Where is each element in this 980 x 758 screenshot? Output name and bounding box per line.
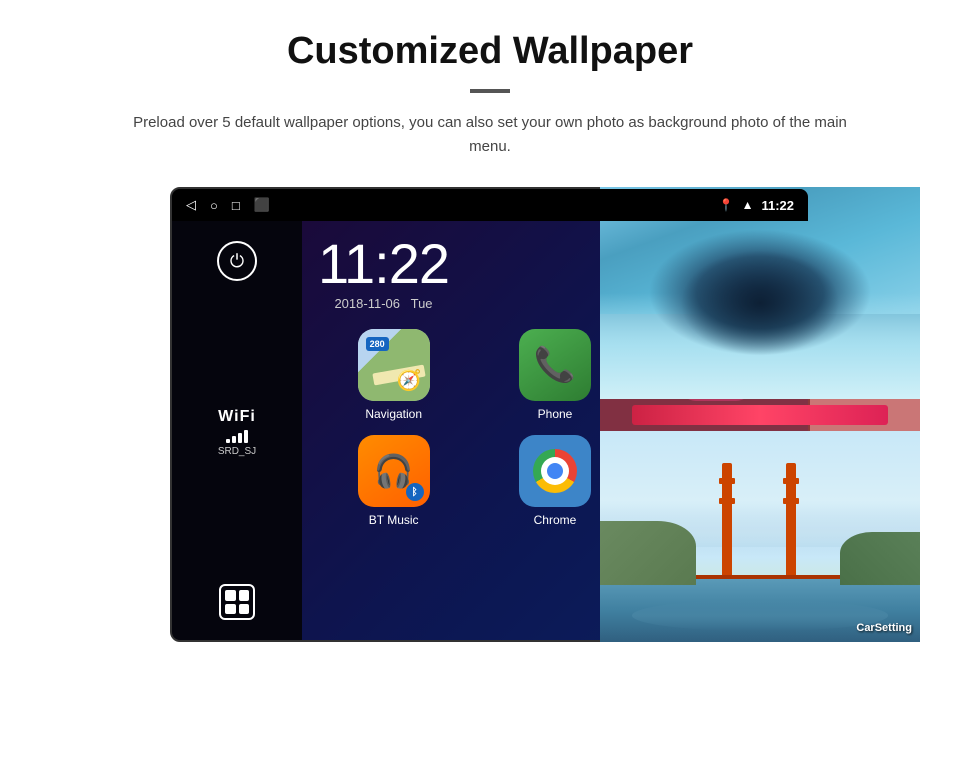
recent-nav-icon[interactable]: □ — [232, 198, 240, 213]
page-subtitle: Preload over 5 default wallpaper options… — [115, 111, 865, 159]
screenshot-icon[interactable]: ⬛ — [254, 197, 270, 213]
wifi-bar-1 — [226, 439, 230, 443]
divider-bar — [632, 405, 888, 425]
chrome-icon — [519, 435, 591, 507]
bridge-tower-right — [786, 463, 796, 583]
phone-icon: 📞 — [519, 329, 591, 401]
status-time: 11:22 — [761, 198, 794, 213]
hill-left — [600, 521, 696, 584]
power-button[interactable]: ⏻ — [217, 241, 257, 281]
apps-grid-icon[interactable] — [219, 584, 255, 620]
nav-badge: 280 — [366, 337, 389, 351]
clock-time: 11:22 — [318, 236, 449, 292]
app-navigation[interactable]: 280 🧭 Navigation — [318, 329, 469, 421]
bluetooth-symbol: ᛒ — [406, 483, 424, 501]
sidebar: ⏻ WiFi SRD_SJ — [172, 221, 302, 640]
apps-dot-4 — [239, 604, 250, 615]
carsetting-label: CarSetting — [856, 622, 912, 634]
page-title: Customized Wallpaper — [287, 30, 693, 73]
back-nav-icon[interactable]: ◁ — [186, 197, 196, 213]
status-bar: ◁ ○ □ ⬛ 📍 ▲ 11:22 — [172, 189, 808, 221]
location-icon: 📍 — [719, 198, 734, 212]
bridge-tower-left — [722, 463, 732, 583]
clock-info: 11:22 2018-11-06 Tue — [318, 236, 449, 311]
phone-emoji-icon: 📞 — [534, 345, 576, 385]
ice-cave-depth — [680, 250, 840, 356]
wifi-bar-2 — [232, 436, 236, 443]
chrome-blue-center — [547, 463, 563, 479]
hill-right — [840, 532, 920, 585]
navigation-icon: 280 🧭 — [358, 329, 430, 401]
status-right: 📍 ▲ 11:22 — [719, 198, 794, 213]
wifi-label: WiFi — [218, 408, 256, 426]
wallpaper-divider — [600, 399, 920, 431]
page-container: Customized Wallpaper Preload over 5 defa… — [0, 0, 980, 662]
apps-dot-2 — [239, 590, 250, 601]
nav-inner: 280 🧭 — [358, 329, 430, 401]
tower-crossbar-3 — [783, 478, 799, 484]
nav-compass-icon: 🧭 — [397, 368, 422, 393]
title-divider — [470, 89, 510, 93]
tower-crossbar-4 — [783, 498, 799, 504]
apps-dot-1 — [225, 590, 236, 601]
app-bt-music[interactable]: 🎧 ᛒ BT Music — [318, 435, 469, 527]
phone-label: Phone — [538, 407, 573, 421]
apps-dot-3 — [225, 604, 236, 615]
wallpaper-panel: CarSetting — [600, 187, 920, 642]
home-nav-icon[interactable]: ○ — [210, 198, 218, 213]
tower-crossbar-2 — [719, 498, 735, 504]
chrome-label: Chrome — [534, 513, 577, 527]
water-reflection — [632, 600, 888, 632]
bt-music-label: BT Music — [369, 513, 419, 527]
wifi-signal-bars — [226, 429, 248, 443]
navigation-label: Navigation — [365, 407, 422, 421]
wifi-bar-3 — [238, 433, 242, 443]
wifi-section: WiFi SRD_SJ — [218, 408, 256, 457]
tower-crossbar-1 — [719, 478, 735, 484]
wifi-ssid: SRD_SJ — [218, 446, 256, 457]
wallpaper-bridge[interactable]: CarSetting — [600, 431, 920, 643]
clock-date: 2018-11-06 Tue — [334, 296, 432, 311]
signal-icon: ▲ — [742, 198, 754, 212]
headphone-icon: 🎧 — [374, 452, 414, 490]
wifi-bar-4 — [244, 430, 248, 443]
main-content: ◁ ○ □ ⬛ 📍 ▲ 11:22 ⏻ WiFi — [60, 187, 920, 642]
bt-music-icon: 🎧 ᛒ — [358, 435, 430, 507]
status-left: ◁ ○ □ ⬛ — [186, 197, 270, 213]
chrome-circles — [533, 449, 577, 493]
bridge-scene — [600, 431, 920, 643]
